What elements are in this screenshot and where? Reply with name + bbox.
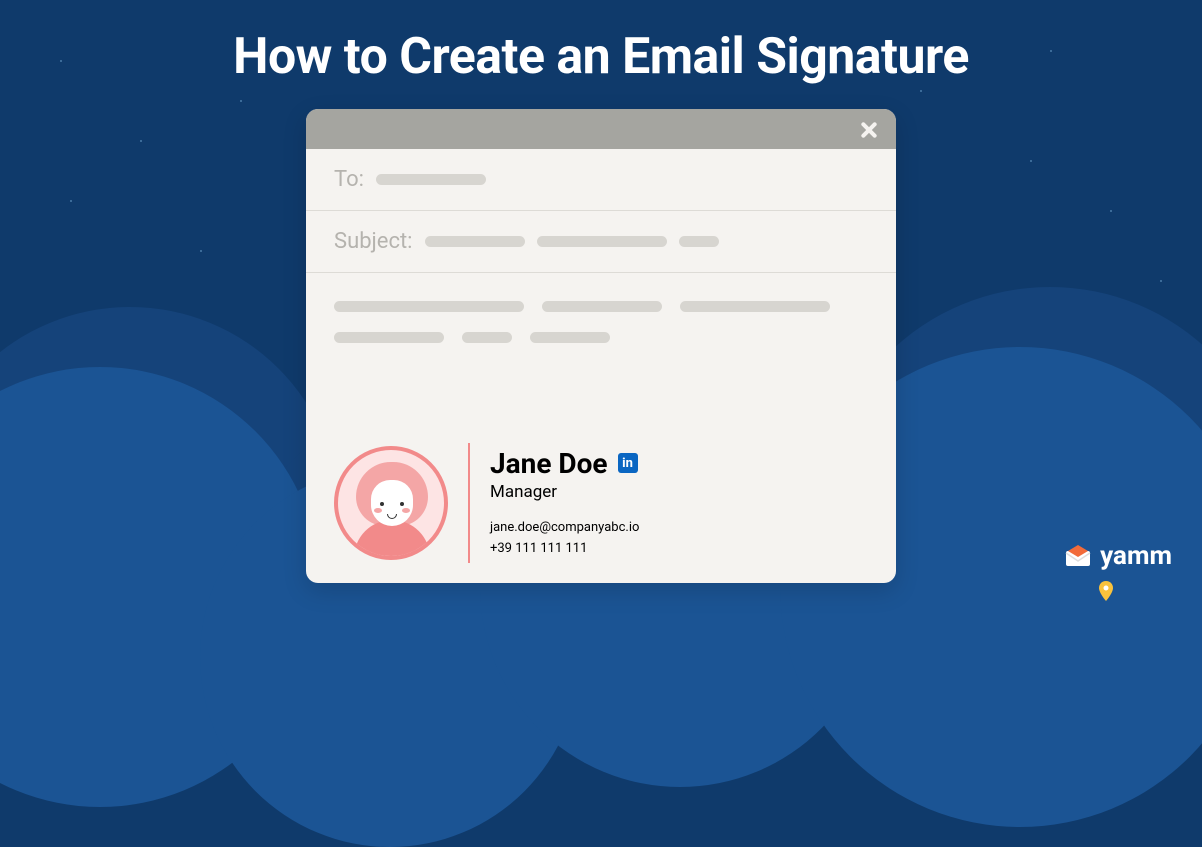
signature-divider xyxy=(468,443,470,563)
placeholder-bar xyxy=(425,236,525,247)
placeholder-bar xyxy=(680,301,830,312)
subject-field-row[interactable]: Subject: xyxy=(306,211,896,273)
window-titlebar xyxy=(306,109,896,149)
subject-label: Subject: xyxy=(334,229,413,254)
to-field-row[interactable]: To: xyxy=(306,149,896,211)
placeholder-bar xyxy=(537,236,667,247)
linkedin-icon[interactable]: in xyxy=(618,453,638,473)
email-signature: Jane Doe in Manager jane.doe@companyabc.… xyxy=(334,443,868,563)
envelope-icon xyxy=(1064,545,1092,567)
avatar xyxy=(334,446,448,560)
page-title: How to Create an Email Signature xyxy=(0,28,1202,86)
brand-name: yamm xyxy=(1100,541,1172,571)
signature-role: Manager xyxy=(490,482,639,502)
email-body[interactable] xyxy=(306,273,896,391)
placeholder-bar xyxy=(334,332,444,343)
placeholder-bar xyxy=(542,301,662,312)
placeholder-bar xyxy=(679,236,719,247)
signature-email: jane.doe@companyabc.io xyxy=(490,518,639,539)
close-icon[interactable] xyxy=(860,120,878,138)
placeholder-bar xyxy=(334,301,524,312)
signature-name: Jane Doe xyxy=(490,447,608,480)
to-label: To: xyxy=(334,167,364,192)
signature-details: Jane Doe in Manager jane.doe@companyabc.… xyxy=(490,447,639,560)
pin-icon xyxy=(1098,581,1114,601)
placeholder-bar xyxy=(530,332,610,343)
email-compose-window: To: Subject: xyxy=(306,109,896,583)
placeholder-bar xyxy=(376,174,486,185)
brand-badge: yamm xyxy=(1064,541,1172,601)
placeholder-bar xyxy=(462,332,512,343)
signature-phone: +39 111 111 111 xyxy=(490,539,639,560)
